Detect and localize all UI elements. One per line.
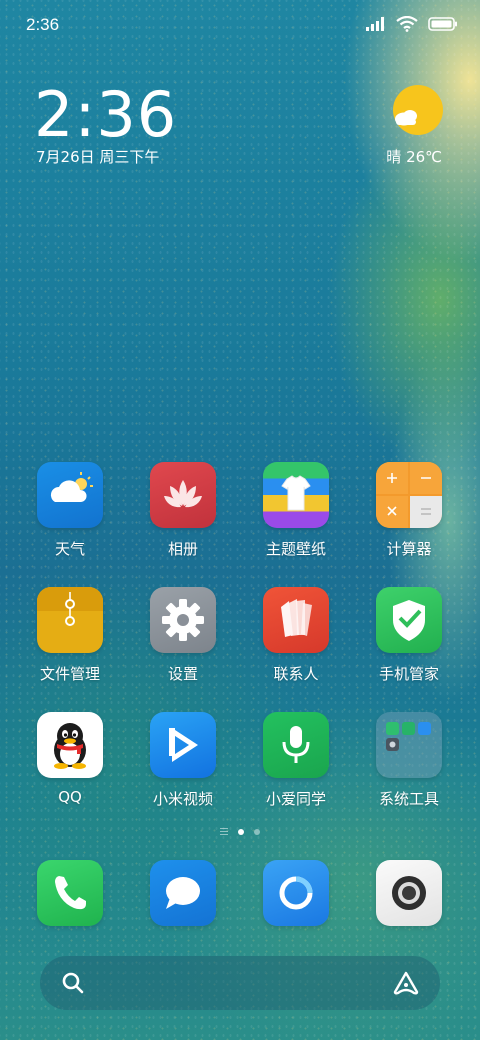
app-label: QQ xyxy=(58,788,82,806)
file-manager-icon xyxy=(37,587,103,653)
battery-icon xyxy=(428,17,457,31)
video-icon xyxy=(150,712,216,778)
signal-icon xyxy=(366,17,384,31)
voice-assistant-icon xyxy=(263,712,329,778)
app-label: 手机管家 xyxy=(378,665,439,683)
app-file-manager[interactable]: 文件管理 xyxy=(25,587,115,684)
weather-icon xyxy=(37,462,103,528)
qq-icon xyxy=(37,712,103,778)
contacts-icon xyxy=(263,587,329,653)
dock-phone[interactable] xyxy=(25,860,115,926)
status-bar: 2:36 xyxy=(0,0,480,50)
status-icons xyxy=(366,16,458,32)
app-settings[interactable]: 设置 xyxy=(138,587,228,684)
security-icon xyxy=(376,587,442,653)
page-dot xyxy=(254,828,260,835)
app-label: 主题壁纸 xyxy=(265,540,326,558)
calculator-icon xyxy=(376,462,442,528)
dock-browser[interactable] xyxy=(251,860,341,926)
themes-icon xyxy=(263,462,329,528)
phone-icon xyxy=(37,860,103,926)
app-label: 计算器 xyxy=(386,540,432,558)
app-label: 联系人 xyxy=(273,665,319,683)
camera-icon xyxy=(376,860,442,926)
app-folder-system-tools[interactable]: 系统工具 xyxy=(364,712,454,809)
clock-widget-time[interactable]: 2:36 xyxy=(34,78,177,151)
sunny-cloud-icon[interactable] xyxy=(392,84,444,136)
clock-widget-date[interactable]: 7月26日 周三下午 xyxy=(36,146,159,167)
app-security[interactable]: 手机管家 xyxy=(364,587,454,684)
settings-icon xyxy=(150,587,216,653)
page-indicator-menu-icon xyxy=(220,828,228,835)
page-dot-current xyxy=(238,828,244,835)
app-label: 系统工具 xyxy=(378,790,439,808)
app-label: 小米视频 xyxy=(152,790,213,808)
app-voice-assistant[interactable]: 小爱同学 xyxy=(251,712,341,809)
app-label: 相册 xyxy=(167,540,198,558)
folder-icon xyxy=(376,712,442,778)
app-themes[interactable]: 主题壁纸 xyxy=(251,462,341,559)
status-time: 2:36 xyxy=(26,15,60,34)
app-calculator[interactable]: 计算器 xyxy=(364,462,454,559)
ai-assistant-icon[interactable] xyxy=(392,970,420,996)
app-weather[interactable]: 天气 xyxy=(25,462,115,559)
gallery-icon xyxy=(150,462,216,528)
wifi-icon xyxy=(396,16,418,32)
dock-messages[interactable] xyxy=(138,860,228,926)
app-label: 天气 xyxy=(54,540,85,558)
dock-camera[interactable] xyxy=(364,860,454,926)
app-contacts[interactable]: 联系人 xyxy=(251,587,341,684)
search-icon xyxy=(62,972,84,994)
app-label: 设置 xyxy=(167,665,198,683)
app-gallery[interactable]: 相册 xyxy=(138,462,228,559)
messages-icon xyxy=(150,860,216,926)
app-label: 文件管理 xyxy=(39,665,100,683)
browser-icon xyxy=(263,860,329,926)
page-indicator[interactable] xyxy=(0,828,480,835)
search-bar[interactable] xyxy=(40,956,440,1010)
app-label: 小爱同学 xyxy=(265,790,326,808)
app-qq[interactable]: QQ xyxy=(25,712,115,806)
weather-widget-text[interactable]: 晴 26℃ xyxy=(386,146,442,167)
app-video[interactable]: 小米视频 xyxy=(138,712,228,809)
